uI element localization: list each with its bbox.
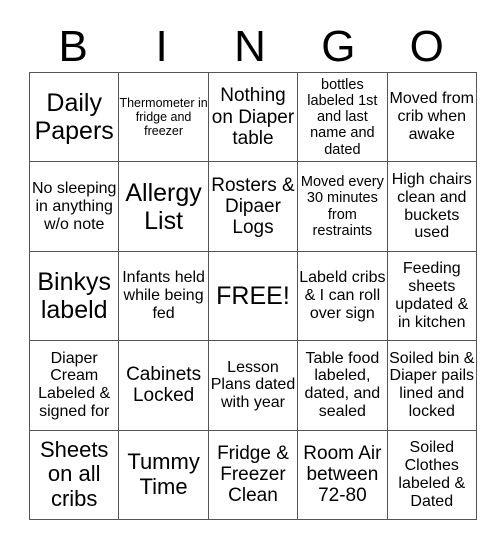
bingo-cell[interactable]: Binkys labeld (28, 250, 120, 342)
header-letter-i: I (155, 22, 168, 71)
bingo-cell[interactable]: Daily Papers (28, 71, 120, 163)
bingo-cell[interactable]: Sheets on all cribs (28, 429, 120, 520)
header-letter-n: N (234, 22, 266, 71)
bingo-cell[interactable]: Thermometer in fridge and freezer (118, 71, 209, 163)
board-row: Diaper Cream Labeled & signed for Cabine… (28, 340, 477, 431)
bingo-cell[interactable]: No sleeping in anything w/o note (28, 161, 120, 252)
bingo-cell[interactable]: Rosters & Dipaer Logs (207, 161, 299, 252)
bingo-cell[interactable]: bottles labeled 1st and last name and da… (297, 71, 388, 163)
board-row: Daily Papers Thermometer in fridge and f… (28, 71, 477, 163)
bingo-cell[interactable]: High chairs clean and buckets used (386, 161, 477, 252)
header-letter-b: B (58, 22, 88, 71)
bingo-cell[interactable]: Diaper Cream Labeled & signed for (28, 340, 120, 431)
bingo-cell[interactable]: Soiled bin & Diaper pails lined and lock… (386, 340, 477, 431)
bingo-header: B I N G O (29, 22, 471, 72)
header-letter-g: G (321, 22, 356, 71)
bingo-cell[interactable]: Soiled Clothes labeled & Dated (386, 429, 477, 520)
free-space[interactable]: FREE! (207, 250, 299, 342)
bingo-cell[interactable]: Moved from crib when awake (386, 71, 477, 163)
bingo-cell[interactable]: Cabinets Locked (118, 340, 209, 431)
bingo-cell[interactable]: Nothing on Diaper table (207, 71, 299, 163)
board-row: Sheets on all cribs Tummy Time Fridge & … (28, 429, 477, 520)
bingo-cell[interactable]: Moved every 30 minutes from restraints (297, 161, 388, 252)
bingo-cell[interactable]: Labeld cribs & I can roll over sign (297, 250, 388, 342)
bingo-cell[interactable]: Room Air between 72-80 (297, 429, 388, 520)
bingo-cell[interactable]: Lesson Plans dated with year (207, 340, 299, 431)
bingo-cell[interactable]: Table food labeled, dated, and sealed (297, 340, 388, 431)
bingo-cell[interactable]: Feeding sheets updated & in kitchen (386, 250, 477, 342)
bingo-cell[interactable]: Tummy Time (118, 429, 209, 520)
board-row: No sleeping in anything w/o note Allergy… (28, 161, 477, 252)
bingo-cell[interactable]: Fridge & Freezer Clean (207, 429, 299, 520)
bingo-cell[interactable]: Infants held while being fed (118, 250, 209, 342)
bingo-board: Daily Papers Thermometer in fridge and f… (28, 71, 477, 520)
bingo-cell[interactable]: Allergy List (118, 161, 209, 252)
board-row: Binkys labeld Infants held while being f… (28, 250, 477, 342)
header-letter-o: O (409, 22, 444, 71)
